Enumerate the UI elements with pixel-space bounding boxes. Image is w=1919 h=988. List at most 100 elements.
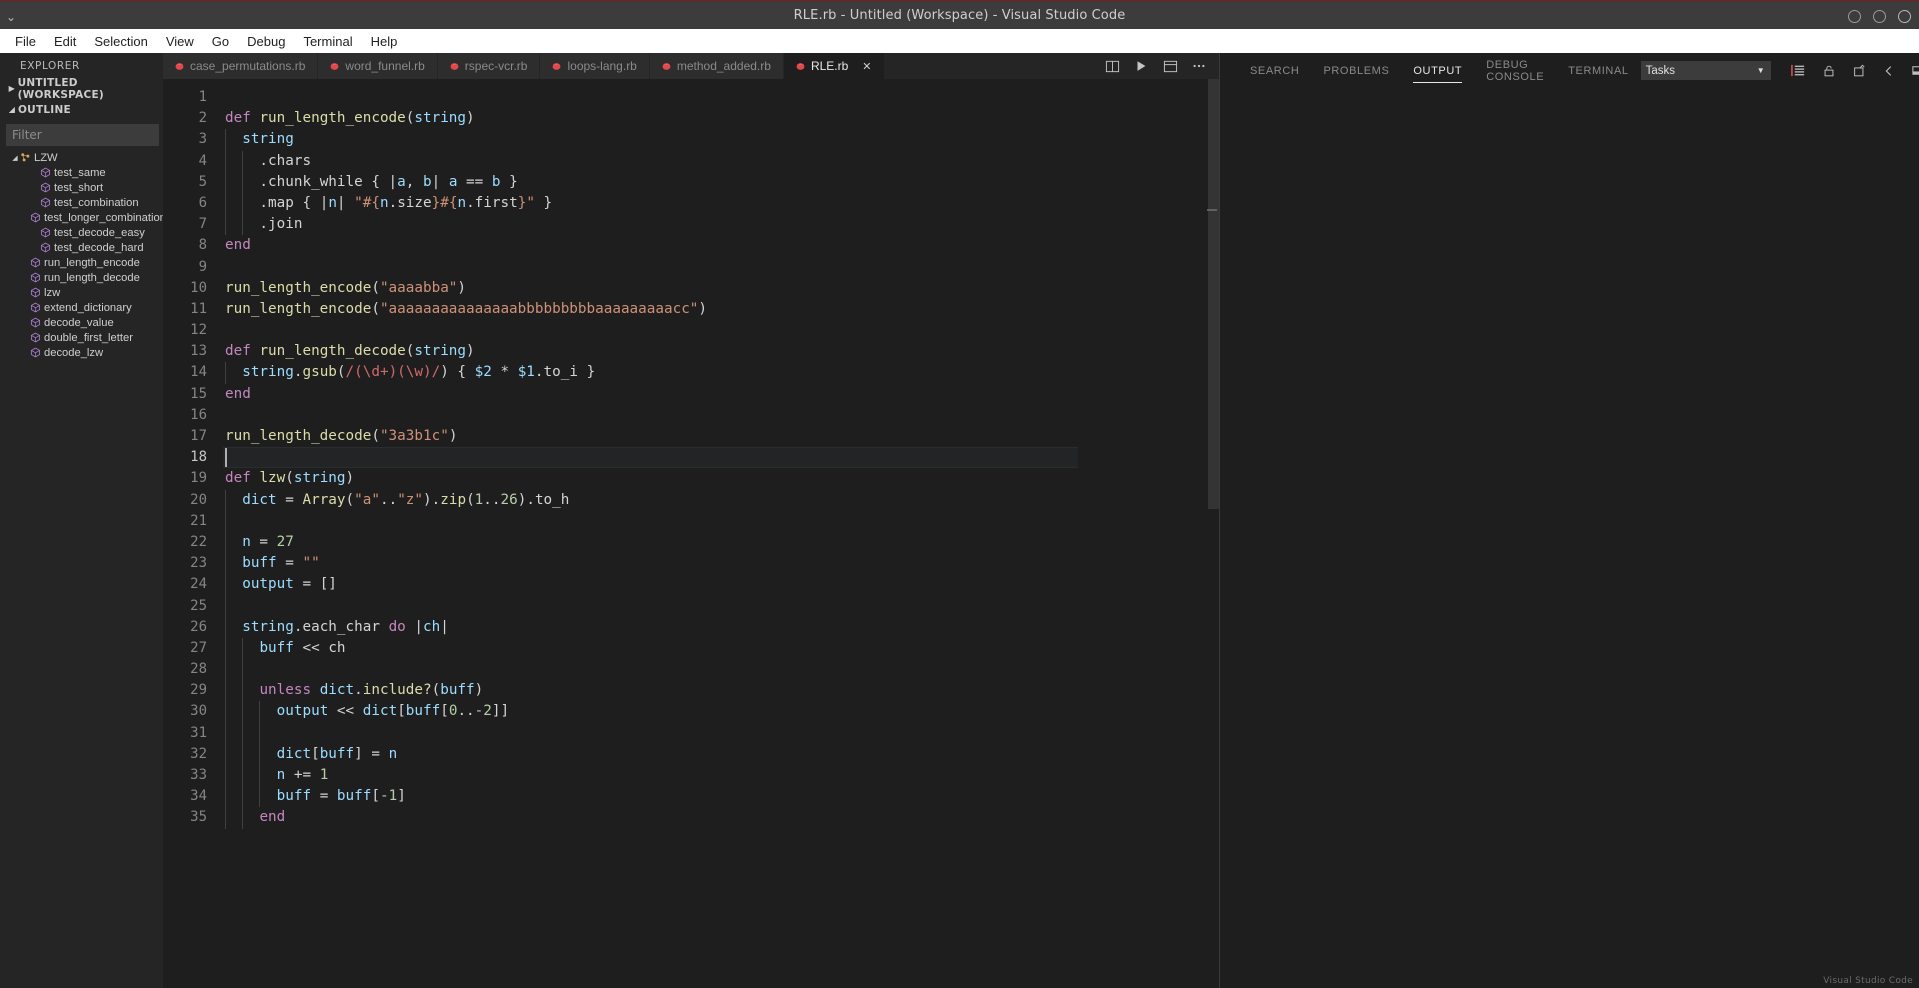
menu-edit[interactable]: Edit <box>45 32 85 51</box>
code-line[interactable]: buff << ch <box>223 638 1219 659</box>
editor-tab[interactable]: rspec-vcr.rb <box>438 53 541 79</box>
output-content[interactable] <box>1220 88 1919 988</box>
code-line[interactable]: buff = buff[-1] <box>223 786 1219 807</box>
code-token: string <box>242 619 294 635</box>
outline-item[interactable]: decode_value <box>0 315 163 330</box>
panel-tab-search[interactable]: SEARCH <box>1238 53 1311 88</box>
code-line[interactable]: buff = "" <box>223 553 1219 574</box>
code-line[interactable] <box>223 405 1219 426</box>
outline-item[interactable]: test_longer_combination <box>0 210 163 225</box>
menu-go[interactable]: Go <box>203 32 238 51</box>
code-text-area[interactable]: def run_length_encode(string) string .ch… <box>223 79 1219 988</box>
code-line[interactable]: output << dict[buff[0..-2]] <box>223 701 1219 722</box>
code-line[interactable] <box>223 447 1078 468</box>
code-line[interactable]: def lzw(string) <box>223 468 1219 489</box>
code-line[interactable] <box>223 596 1219 617</box>
editor-tab-active[interactable]: RLE.rb✕ <box>784 53 885 79</box>
panel-tab-problems[interactable]: PROBLEMS <box>1311 53 1401 88</box>
code-line[interactable]: def run_length_decode(string) <box>223 341 1219 362</box>
method-icon <box>30 347 41 358</box>
code-line[interactable] <box>223 257 1219 278</box>
outline-item[interactable]: run_length_encode <box>0 255 163 270</box>
outline-item[interactable]: lzw <box>0 285 163 300</box>
code-line[interactable] <box>223 659 1219 680</box>
section-outline[interactable]: ◢ OUTLINE <box>0 99 163 120</box>
more-actions-icon[interactable] <box>1191 58 1207 74</box>
code-token: }#{ <box>432 195 458 211</box>
code-line[interactable]: run_length_decode("3a3b1c") <box>223 426 1219 447</box>
close-tab-icon[interactable]: ✕ <box>862 60 871 73</box>
chevron-left-icon[interactable] <box>1881 63 1897 79</box>
maximize-button[interactable] <box>1873 10 1886 23</box>
editor-tab[interactable]: word_funnel.rb <box>318 53 437 79</box>
section-untitled-workspace[interactable]: ▶ UNTITLED (WORKSPACE) <box>0 78 163 99</box>
code-line[interactable]: end <box>223 384 1219 405</box>
code-line[interactable]: .chars <box>223 151 1219 172</box>
outline-item[interactable]: double_first_letter <box>0 330 163 345</box>
outline-filter-input[interactable]: Filter <box>6 124 159 146</box>
open-changes-icon[interactable] <box>1162 58 1178 74</box>
code-line[interactable]: string.each_char do |ch| <box>223 617 1219 638</box>
maximize-panel-icon[interactable] <box>1911 63 1919 79</box>
panel-tab-terminal[interactable]: TERMINAL <box>1556 53 1640 88</box>
code-line[interactable] <box>223 723 1219 744</box>
code-line[interactable]: output = [] <box>223 574 1219 595</box>
outline-item[interactable]: extend_dictionary <box>0 300 163 315</box>
code-line[interactable]: string <box>223 129 1219 150</box>
editor-tab[interactable]: loops-lang.rb <box>540 53 649 79</box>
editor-tab[interactable]: method_added.rb <box>650 53 784 79</box>
chevron-down-icon[interactable]: ◢ <box>10 154 20 162</box>
clear-output-icon[interactable] <box>1791 63 1807 79</box>
code-line[interactable]: dict = Array("a".."z").zip(1..26).to_h <box>223 490 1219 511</box>
code-line[interactable]: end <box>223 807 1219 828</box>
outline-item[interactable]: test_combination <box>0 195 163 210</box>
panel-tab-debug-console[interactable]: DEBUG CONSOLE <box>1474 53 1556 88</box>
outline-item[interactable]: test_decode_hard <box>0 240 163 255</box>
output-channel-select[interactable]: Tasks ▼ <box>1641 61 1771 80</box>
code-editor[interactable]: 1234567891011121314151617181920212223242… <box>163 79 1219 988</box>
split-editor-right-icon[interactable] <box>1104 58 1120 74</box>
code-line[interactable]: run_length_encode("aaaabba") <box>223 278 1219 299</box>
outline-item[interactable]: test_short <box>0 180 163 195</box>
code-line[interactable]: dict[buff] = n <box>223 744 1219 765</box>
outline-item[interactable]: decode_lzw <box>0 345 163 360</box>
new-terminal-icon[interactable] <box>1851 63 1867 79</box>
panel-tab-output[interactable]: OUTPUT <box>1401 53 1474 88</box>
menu-file[interactable]: File <box>6 32 45 51</box>
minimize-button[interactable] <box>1848 10 1861 23</box>
close-button[interactable] <box>1898 10 1911 23</box>
lock-panel-icon[interactable] <box>1821 63 1837 79</box>
code-line[interactable]: def run_length_encode(string) <box>223 108 1219 129</box>
code-line[interactable]: string.gsub(/(\d+)(\w)/) { $2 * $1.to_i … <box>223 362 1219 383</box>
code-token: run_length_decode <box>259 343 405 359</box>
code-line[interactable]: n += 1 <box>223 765 1219 786</box>
menu-debug[interactable]: Debug <box>238 32 294 51</box>
code-token: = <box>251 534 277 550</box>
code-line[interactable] <box>223 87 1219 108</box>
editor-vertical-scrollbar[interactable] <box>1208 79 1219 509</box>
panel-tab-bar: SEARCHPROBLEMSOUTPUTDEBUG CONSOLETERMINA… <box>1220 53 1919 88</box>
outline-item[interactable]: run_length_decode <box>0 270 163 285</box>
code-line[interactable]: run_length_encode("aaaaaaaaaaaaaaabbbbbb… <box>223 299 1219 320</box>
code-line[interactable]: n = 27 <box>223 532 1219 553</box>
run-icon[interactable] <box>1133 58 1149 74</box>
code-line[interactable] <box>223 320 1219 341</box>
outline-item[interactable]: test_decode_easy <box>0 225 163 240</box>
chevron-down-icon: ◢ <box>6 105 18 114</box>
menu-help[interactable]: Help <box>362 32 407 51</box>
menu-view[interactable]: View <box>157 32 203 51</box>
editor-tab[interactable]: case_permutations.rb <box>163 53 318 79</box>
code-line[interactable]: unless dict.include?(buff) <box>223 680 1219 701</box>
menu-selection[interactable]: Selection <box>85 32 156 51</box>
code-line[interactable]: .join <box>223 214 1219 235</box>
code-token: ( <box>371 428 380 444</box>
code-line[interactable]: end <box>223 235 1219 256</box>
window-menu-chevron-icon[interactable]: ⌄ <box>6 2 16 31</box>
line-number: 30 <box>163 701 207 722</box>
outline-item[interactable]: test_same <box>0 165 163 180</box>
code-line[interactable] <box>223 511 1219 532</box>
outline-item[interactable]: ◢LZW <box>0 150 163 165</box>
code-line[interactable]: .chunk_while { |a, b| a == b } <box>223 172 1219 193</box>
menu-terminal[interactable]: Terminal <box>294 32 361 51</box>
code-line[interactable]: .map { |n| "#{n.size}#{n.first}" } <box>223 193 1219 214</box>
